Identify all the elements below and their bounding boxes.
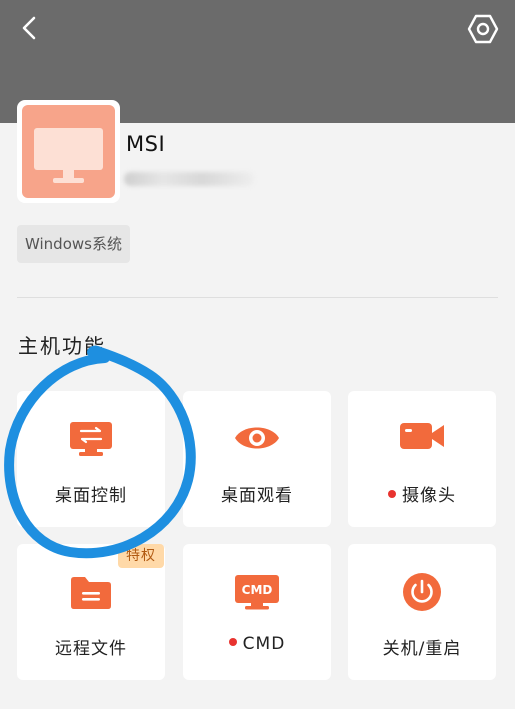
status-dot <box>228 638 237 646</box>
feature-label: CMD <box>183 634 331 654</box>
feature-camera[interactable]: 摄像头 <box>348 391 496 527</box>
power-icon <box>403 573 441 611</box>
feature-label: 桌面控制 <box>55 486 127 506</box>
avatar-tile <box>22 105 115 198</box>
back-button[interactable] <box>14 12 46 44</box>
feature-power[interactable]: 关机/重启 <box>348 544 496 680</box>
desktop-control-icon <box>70 422 112 456</box>
feature-desktop-control[interactable]: 桌面控制 <box>17 391 165 527</box>
gear-icon <box>467 14 499 44</box>
eye-icon <box>235 427 279 449</box>
status-dot <box>388 490 396 498</box>
device-avatar <box>17 100 120 203</box>
folder-icon <box>71 577 111 609</box>
feature-desktop-view[interactable]: 桌面观看 <box>183 391 331 527</box>
divider <box>17 297 498 298</box>
feature-label: 远程文件 <box>55 639 127 659</box>
cmd-icon-text: CMD <box>242 583 273 597</box>
device-name: MSI <box>126 132 166 156</box>
feature-label-text: 摄像头 <box>402 486 456 506</box>
os-badge: Windows系统 <box>17 225 130 263</box>
section-title: 主机功能 <box>18 334 106 358</box>
device-id-redacted <box>124 172 254 186</box>
privilege-badge: 特权 <box>118 544 164 568</box>
cmd-icon: CMD <box>235 575 279 610</box>
feature-label: 摄像头 <box>348 481 496 506</box>
monitor-icon <box>34 128 103 183</box>
feature-label: 关机/重启 <box>382 639 462 659</box>
feature-cmd[interactable]: CMD CMD <box>183 544 331 680</box>
chevron-left-icon <box>22 16 36 40</box>
feature-label-text: CMD <box>242 634 286 654</box>
feature-label: 桌面观看 <box>221 486 293 506</box>
camera-icon <box>400 423 444 449</box>
settings-button[interactable] <box>466 12 500 46</box>
